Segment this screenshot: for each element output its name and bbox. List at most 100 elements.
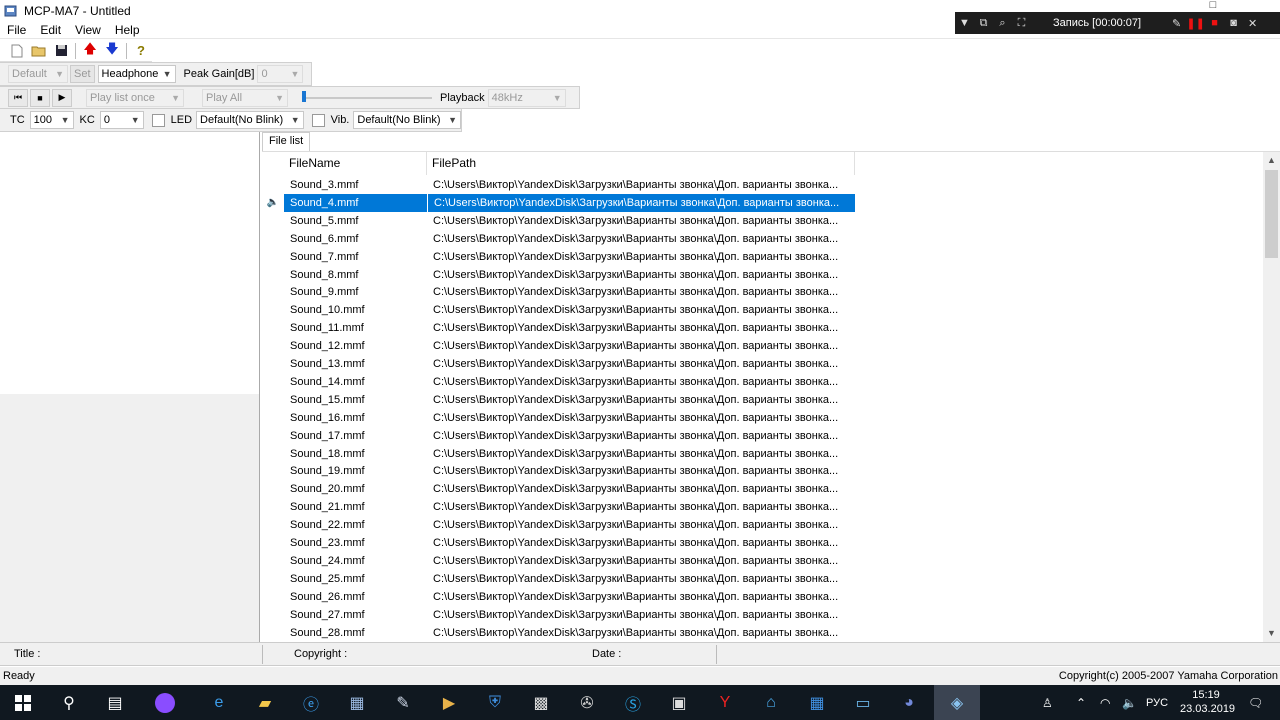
- table-row[interactable]: Sound_7.mmf C:\Users\Виктор\YandexDisk\За…: [262, 248, 855, 266]
- table-row[interactable]: Sound_27.mmf C:\Users\Виктор\YandexDisk\З…: [262, 606, 855, 624]
- column-header-filename[interactable]: FileName: [284, 152, 427, 175]
- scroll-down-icon[interactable]: ▼: [1263, 625, 1280, 642]
- clock[interactable]: 15:19 23.03.2019: [1180, 688, 1235, 716]
- start-icon[interactable]: [0, 685, 46, 720]
- stop-icon[interactable]: ■: [1205, 17, 1224, 29]
- shield-icon[interactable]: ⛨: [472, 685, 518, 720]
- store-icon[interactable]: ▣: [656, 685, 702, 720]
- edge-icon[interactable]: e: [196, 685, 242, 720]
- menu-edit[interactable]: Edit: [33, 23, 68, 37]
- calculator-icon[interactable]: ▩: [518, 685, 564, 720]
- collapse-icon[interactable]: ▼: [955, 17, 974, 29]
- mixer-icon[interactable]: ✇: [564, 685, 610, 720]
- media-player-icon[interactable]: ▶: [426, 685, 472, 720]
- zoom-icon[interactable]: ⌕: [993, 17, 1012, 30]
- new-file-icon[interactable]: [6, 41, 28, 61]
- table-row[interactable]: Sound_22.mmf C:\Users\Виктор\YandexDisk\З…: [262, 516, 855, 534]
- table-row[interactable]: Sound_18.mmf C:\Users\Виктор\YandexDisk\З…: [262, 445, 855, 463]
- set-button[interactable]: Set: [70, 65, 95, 83]
- preset-select[interactable]: Default ▼: [8, 65, 68, 83]
- table-row[interactable]: Sound_26.mmf C:\Users\Виктор\YandexDisk\З…: [262, 588, 855, 606]
- notifications-icon[interactable]: 🗨: [1248, 685, 1263, 720]
- table-row[interactable]: Sound_8.mmf C:\Users\Виктор\YandexDisk\За…: [262, 266, 855, 284]
- mcp-ma7-icon[interactable]: ◈: [934, 685, 980, 720]
- wifi-icon[interactable]: ◠: [1100, 685, 1110, 720]
- notepad-icon[interactable]: ▦: [334, 685, 380, 720]
- region-icon[interactable]: ⛶: [1012, 17, 1031, 30]
- file-explorer-icon[interactable]: ▰: [242, 685, 288, 720]
- led-checkbox[interactable]: [151, 113, 165, 127]
- table-row[interactable]: Sound_15.mmf C:\Users\Виктор\YandexDisk\З…: [262, 391, 855, 409]
- table-row[interactable]: Sound_19.mmf C:\Users\Виктор\YandexDisk\З…: [262, 462, 855, 480]
- language-indicator[interactable]: РУС: [1146, 685, 1168, 720]
- move-down-icon[interactable]: 🡇: [101, 41, 123, 61]
- close-icon[interactable]: ✕: [1243, 17, 1262, 30]
- menu-help[interactable]: Help: [108, 23, 147, 37]
- table-row[interactable]: Sound_12.mmf C:\Users\Виктор\YandexDisk\З…: [262, 337, 855, 355]
- scroll-thumb[interactable]: [1265, 170, 1278, 258]
- table-row[interactable]: Sound_9.mmf C:\Users\Виктор\YandexDisk\За…: [262, 283, 855, 301]
- led-select[interactable]: Default(No Blink) ▼: [196, 111, 304, 129]
- tab-file-list[interactable]: File list: [262, 132, 311, 151]
- discord-icon[interactable]: ◕: [886, 685, 932, 720]
- window-icon[interactable]: ⧉: [974, 17, 993, 30]
- table-row[interactable]: Sound_13.mmf C:\Users\Виктор\YandexDisk\З…: [262, 355, 855, 373]
- vib-checkbox[interactable]: [311, 113, 325, 127]
- table-row[interactable]: Sound_5.mmf C:\Users\Виктор\YandexDisk\За…: [262, 212, 855, 230]
- pen-icon[interactable]: ✎: [1167, 17, 1186, 30]
- table-row[interactable]: Sound_14.mmf C:\Users\Виктор\YandexDisk\З…: [262, 373, 855, 391]
- playback-rate-select[interactable]: 48kHz ▼: [487, 88, 566, 107]
- network-app-icon[interactable]: ⌂: [748, 685, 794, 720]
- table-row[interactable]: Sound_10.mmf C:\Users\Виктор\YandexDisk\З…: [262, 301, 855, 319]
- tray-expand-icon[interactable]: ⌃: [1076, 685, 1086, 720]
- yandex-icon[interactable]: Y: [702, 685, 748, 720]
- tree-view[interactable]: [0, 132, 259, 394]
- table-row[interactable]: 🔈 Sound_4.mmf C:\Users\Виктор\YandexDisk\З…: [262, 193, 855, 212]
- table-row[interactable]: Sound_11.mmf C:\Users\Виктор\YandexDisk\З…: [262, 319, 855, 337]
- table-row[interactable]: Sound_3.mmf C:\Users\Виктор\YandexDisk\За…: [262, 176, 855, 194]
- column-header-filepath[interactable]: FilePath: [427, 152, 855, 175]
- task-view-icon[interactable]: ▤: [92, 685, 138, 720]
- play-scope-select[interactable]: Play All ▼: [202, 88, 288, 107]
- windows-app-icon[interactable]: ▦: [794, 685, 840, 720]
- vertical-scrollbar[interactable]: ▲ ▼: [1263, 152, 1280, 642]
- open-folder-icon[interactable]: [28, 41, 50, 61]
- paint-icon[interactable]: ✎: [380, 685, 426, 720]
- play-mode-select[interactable]: Play list once ▼: [86, 88, 184, 107]
- rewind-icon[interactable]: ⏮: [8, 88, 28, 107]
- output-select[interactable]: Headphone ▼: [97, 65, 176, 83]
- table-row[interactable]: Sound_20.mmf C:\Users\Виктор\YandexDisk\З…: [262, 480, 855, 498]
- tc-select[interactable]: 100 ▼: [29, 111, 74, 129]
- volume-slider[interactable]: [302, 89, 432, 107]
- table-row[interactable]: Sound_17.mmf C:\Users\Виктор\YandexDisk\З…: [262, 427, 855, 445]
- play-button[interactable]: ▶: [52, 88, 72, 107]
- stop-button[interactable]: ■: [30, 88, 50, 107]
- volume-icon[interactable]: 🔈: [1122, 685, 1137, 720]
- slider-thumb[interactable]: [302, 90, 306, 102]
- people-icon[interactable]: ♙: [1042, 685, 1053, 720]
- pause-icon[interactable]: ❚❚: [1186, 17, 1205, 30]
- maximize-icon[interactable]: □: [1190, 0, 1236, 12]
- file-list[interactable]: FileName FilePath Sound_3.mmf C:\Users\Ви…: [262, 151, 1280, 642]
- menu-view[interactable]: View: [68, 23, 108, 37]
- skype-icon[interactable]: Ⓢ: [610, 685, 656, 720]
- table-row[interactable]: Sound_16.mmf C:\Users\Виктор\YandexDisk\З…: [262, 409, 855, 427]
- internet-explorer-icon[interactable]: ⓔ: [288, 685, 334, 720]
- move-up-icon[interactable]: 🡅: [79, 41, 101, 61]
- menu-file[interactable]: File: [0, 23, 33, 37]
- scroll-up-icon[interactable]: ▲: [1263, 152, 1280, 169]
- table-row[interactable]: Sound_25.mmf C:\Users\Виктор\YandexDisk\З…: [262, 570, 855, 588]
- table-row[interactable]: Sound_23.mmf C:\Users\Виктор\YandexDisk\З…: [262, 534, 855, 552]
- kc-select[interactable]: 0 ▼: [99, 111, 144, 129]
- search-icon[interactable]: ⚲: [46, 685, 92, 720]
- vib-select[interactable]: Default(No Blink) ▼: [353, 111, 461, 129]
- save-icon[interactable]: [50, 41, 72, 61]
- peak-gain-select[interactable]: 0 ▼: [257, 65, 304, 83]
- table-row[interactable]: Sound_28.mmf C:\Users\Виктор\YandexDisk\З…: [262, 624, 855, 642]
- table-row[interactable]: Sound_6.mmf C:\Users\Виктор\YandexDisk\За…: [262, 230, 855, 248]
- table-row[interactable]: Sound_21.mmf C:\Users\Виктор\YandexDisk\З…: [262, 498, 855, 516]
- presentation-icon[interactable]: ▭: [840, 685, 886, 720]
- camera-icon[interactable]: ◙: [1224, 17, 1243, 29]
- alice-icon[interactable]: [142, 685, 188, 720]
- help-icon[interactable]: ?: [130, 41, 152, 61]
